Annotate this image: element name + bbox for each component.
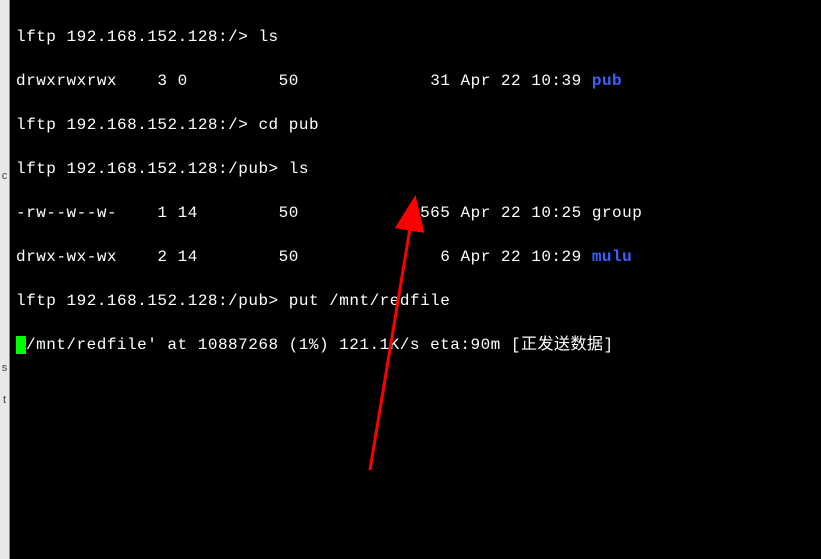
- transfer-status: [正发送数据]: [511, 336, 614, 354]
- transfer-speed: 121.1K/s: [339, 336, 420, 354]
- transfer-percent: (1%): [279, 336, 340, 354]
- links: 1: [157, 204, 167, 222]
- gutter-char: c: [0, 170, 9, 182]
- command-text: ls: [289, 160, 309, 178]
- terminal-output[interactable]: lftp 192.168.152.128:/> ls drwxrwxrwx 3 …: [10, 0, 821, 559]
- date: Apr 22 10:25: [461, 204, 582, 222]
- group: 50: [279, 248, 299, 266]
- transfer-path: /mnt/redfile' at: [26, 336, 198, 354]
- size: 6: [440, 248, 450, 266]
- command-text: ls: [258, 28, 278, 46]
- ls-row: drwx-wx-wx 2 14 50 6 Apr 22 10:29 mulu: [16, 246, 815, 268]
- owner: 0: [178, 72, 188, 90]
- prompt: lftp 192.168.152.128:/>: [16, 116, 258, 134]
- owner: 14: [178, 248, 198, 266]
- permissions: drwxrwxrwx: [16, 72, 117, 90]
- terminal-line: lftp 192.168.152.128:/> ls: [16, 26, 815, 48]
- ls-row: drwxrwxrwx 3 0 50 31 Apr 22 10:39 pub: [16, 70, 815, 92]
- terminal-line: lftp 192.168.152.128:/pub> put /mnt/redf…: [16, 290, 815, 312]
- transfer-progress-line: /mnt/redfile' at 10887268 (1%) 121.1K/s …: [16, 334, 815, 356]
- editor-gutter: c s t: [0, 0, 10, 559]
- terminal-line: lftp 192.168.152.128:/pub> ls: [16, 158, 815, 180]
- links: 2: [157, 248, 167, 266]
- transfer-bytes: 10887268: [198, 336, 279, 354]
- size: 565: [420, 204, 450, 222]
- size: 31: [430, 72, 450, 90]
- ls-row: -rw--w--w- 1 14 50 565 Apr 22 10:25 grou…: [16, 202, 815, 224]
- cursor-icon: [16, 336, 26, 354]
- date: Apr 22 10:39: [461, 72, 582, 90]
- date: Apr 22 10:29: [461, 248, 582, 266]
- permissions: drwx-wx-wx: [16, 248, 117, 266]
- terminal-line: lftp 192.168.152.128:/> cd pub: [16, 114, 815, 136]
- group: 50: [279, 72, 299, 90]
- prompt: lftp 192.168.152.128:/>: [16, 28, 258, 46]
- transfer-eta: eta:90m: [420, 336, 511, 354]
- gutter-char: t: [0, 394, 9, 406]
- group: 50: [279, 204, 299, 222]
- gutter-char: s: [0, 362, 9, 374]
- permissions: -rw--w--w-: [16, 204, 117, 222]
- command-text: put /mnt/redfile: [289, 292, 451, 310]
- owner: 14: [178, 204, 198, 222]
- links: 3: [157, 72, 167, 90]
- prompt: lftp 192.168.152.128:/pub>: [16, 160, 289, 178]
- prompt: lftp 192.168.152.128:/pub>: [16, 292, 289, 310]
- dir-name: pub: [592, 72, 622, 90]
- command-text: cd pub: [258, 116, 319, 134]
- file-name: group: [592, 204, 643, 222]
- dir-name: mulu: [592, 248, 632, 266]
